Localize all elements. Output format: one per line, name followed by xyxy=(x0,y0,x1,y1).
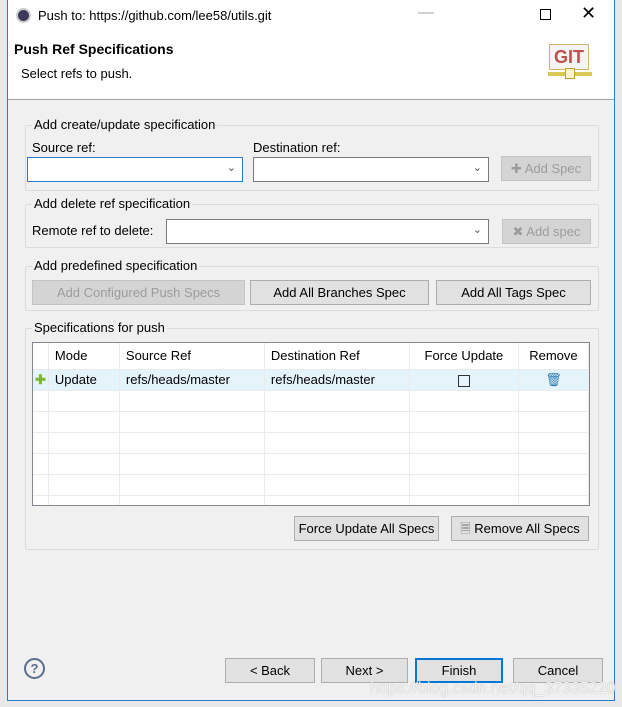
maximize-button[interactable] xyxy=(540,9,551,20)
force-update-checkbox[interactable] xyxy=(457,374,470,387)
column-mode[interactable]: Mode xyxy=(48,343,120,370)
delete-icon: ✖ xyxy=(512,224,527,239)
group-title: Add predefined specification xyxy=(32,258,200,273)
source-ref-cell: refs/heads/master xyxy=(119,369,265,391)
table-row xyxy=(33,495,589,505)
eclipse-icon xyxy=(16,8,31,23)
group-title: Add delete ref specification xyxy=(32,196,193,211)
column-force-update[interactable]: Force Update xyxy=(409,343,519,370)
force-update-all-specs-button[interactable]: Force Update All Specs xyxy=(294,516,439,541)
title-bar: Push to: https://github.com/lee58/utils.… xyxy=(8,0,614,32)
table-header: Mode Source Ref Destination Ref Force Up… xyxy=(33,343,589,370)
back-button[interactable]: < Back xyxy=(225,658,315,683)
mode-cell: Update xyxy=(48,369,120,391)
add-spec-label: Add spec xyxy=(526,224,581,239)
add-delete-spec-button[interactable]: ✖ Add spec xyxy=(502,219,591,244)
push-dialog: Push to: https://github.com/lee58/utils.… xyxy=(7,0,616,701)
add-spec-label: Add Spec xyxy=(524,161,582,176)
watermark: https://blog.csdn.net/qq_37335220 xyxy=(370,680,616,697)
add-spec-button[interactable]: ✚ Add Spec xyxy=(501,156,591,181)
specs-for-push-group: Specifications for push Mode Source Ref … xyxy=(25,320,599,550)
column-source-ref[interactable]: Source Ref xyxy=(119,343,265,370)
specs-table: Mode Source Ref Destination Ref Force Up… xyxy=(32,342,590,506)
remote-ref-label: Remote ref to delete: xyxy=(32,223,154,238)
add-all-branches-spec-button[interactable]: Add All Branches Spec xyxy=(250,280,429,305)
table-row xyxy=(33,432,589,454)
minimize-button[interactable]: — xyxy=(418,4,434,22)
wizard-header: Push Ref Specifications Select refs to p… xyxy=(8,32,614,100)
git-logo-node xyxy=(565,68,575,79)
page-title: Push Ref Specifications xyxy=(14,41,174,57)
column-remove[interactable]: Remove xyxy=(518,343,589,370)
page-subtitle: Select refs to push. xyxy=(21,66,133,81)
source-ref-combo[interactable]: ⌄ xyxy=(27,157,243,182)
predefined-group: Add predefined specification Add Configu… xyxy=(25,258,599,311)
help-icon[interactable]: ? xyxy=(24,658,45,679)
table-row xyxy=(33,474,589,496)
git-logo: GIT xyxy=(549,44,589,70)
remove-all-specs-button[interactable]: 🗏 Remove All Specs xyxy=(451,516,589,541)
delete-ref-group: Add delete ref specification Remote ref … xyxy=(25,196,599,248)
add-all-tags-spec-button[interactable]: Add All Tags Spec xyxy=(436,280,591,305)
chevron-down-icon: ⌄ xyxy=(472,224,482,236)
window-title: Push to: https://github.com/lee58/utils.… xyxy=(38,8,272,23)
remove-doc-icon: 🗏 xyxy=(460,521,475,536)
trash-icon[interactable]: 🗑 xyxy=(518,369,589,391)
destination-ref-label: Destination ref: xyxy=(253,140,341,155)
plus-icon: ✚ xyxy=(510,161,525,176)
chevron-down-icon: ⌄ xyxy=(226,162,236,174)
table-row[interactable]: ✚ Update refs/heads/master refs/heads/ma… xyxy=(33,369,589,391)
remove-all-label: Remove All Specs xyxy=(474,521,580,536)
remote-ref-combo[interactable]: ⌄ xyxy=(166,219,489,244)
group-title: Add create/update specification xyxy=(32,117,218,132)
dest-ref-cell: refs/heads/master xyxy=(264,369,410,391)
table-row xyxy=(33,390,589,412)
table-row xyxy=(33,411,589,433)
create-update-group: Add create/update specification Source r… xyxy=(25,117,599,191)
chevron-down-icon: ⌄ xyxy=(472,162,482,174)
destination-ref-combo[interactable]: ⌄ xyxy=(253,157,489,182)
add-configured-push-specs-button[interactable]: Add Configured Push Specs xyxy=(32,280,245,305)
source-ref-label: Source ref: xyxy=(32,140,96,155)
close-button[interactable]: ✕ xyxy=(581,3,596,24)
table-row xyxy=(33,453,589,475)
group-title: Specifications for push xyxy=(32,320,167,335)
column-destination-ref[interactable]: Destination Ref xyxy=(264,343,410,370)
plus-icon: ✚ xyxy=(33,369,49,391)
